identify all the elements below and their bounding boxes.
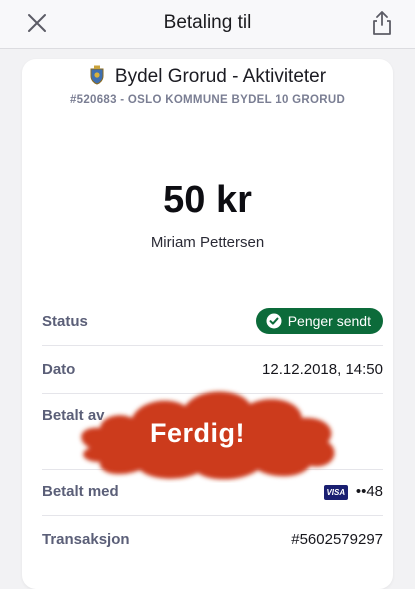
transaction-label: Transaksjon [42, 531, 130, 548]
overlay-text: Ferdig! [150, 418, 245, 448]
transaction-value: #5602579297 [291, 531, 383, 548]
share-icon[interactable] [371, 10, 393, 36]
receipt-card: Bydel Grorud - Aktiviteter #520683 - OSL… [22, 59, 393, 589]
paid-with-label: Betalt med [42, 483, 119, 500]
transaction-row: Transaksjon #5602579297 [42, 517, 383, 563]
status-badge: Penger sendt [255, 308, 383, 334]
payer-name: Miriam Pettersen [150, 234, 265, 251]
status-row: Status Penger sendt [42, 299, 383, 346]
merchant-name-text: Bydel Grorud - Aktiviteter [114, 66, 327, 87]
merchant-name: Bydel Grorud - Aktiviteter [22, 65, 393, 88]
visa-card-icon: VISA [323, 485, 348, 500]
date-label: Dato [42, 361, 76, 378]
page-title: Betaling til [163, 12, 252, 33]
top-bar: Betaling til [0, 0, 415, 49]
check-circle-icon [266, 313, 282, 329]
status-value: Penger sendt [287, 313, 371, 329]
date-value: 12.12.2018, 14:50 [262, 361, 383, 378]
merchant-subline: #520683 - OSLO KOMMUNE BYDEL 10 GRORUD [69, 94, 346, 106]
coat-of-arms-icon [90, 65, 104, 85]
card-last-digits: ••48 [355, 483, 383, 500]
status-label: Status [42, 313, 88, 330]
payment-amount: 50 kr [163, 179, 252, 221]
paid-with-value: VISA ••48 [323, 483, 383, 500]
